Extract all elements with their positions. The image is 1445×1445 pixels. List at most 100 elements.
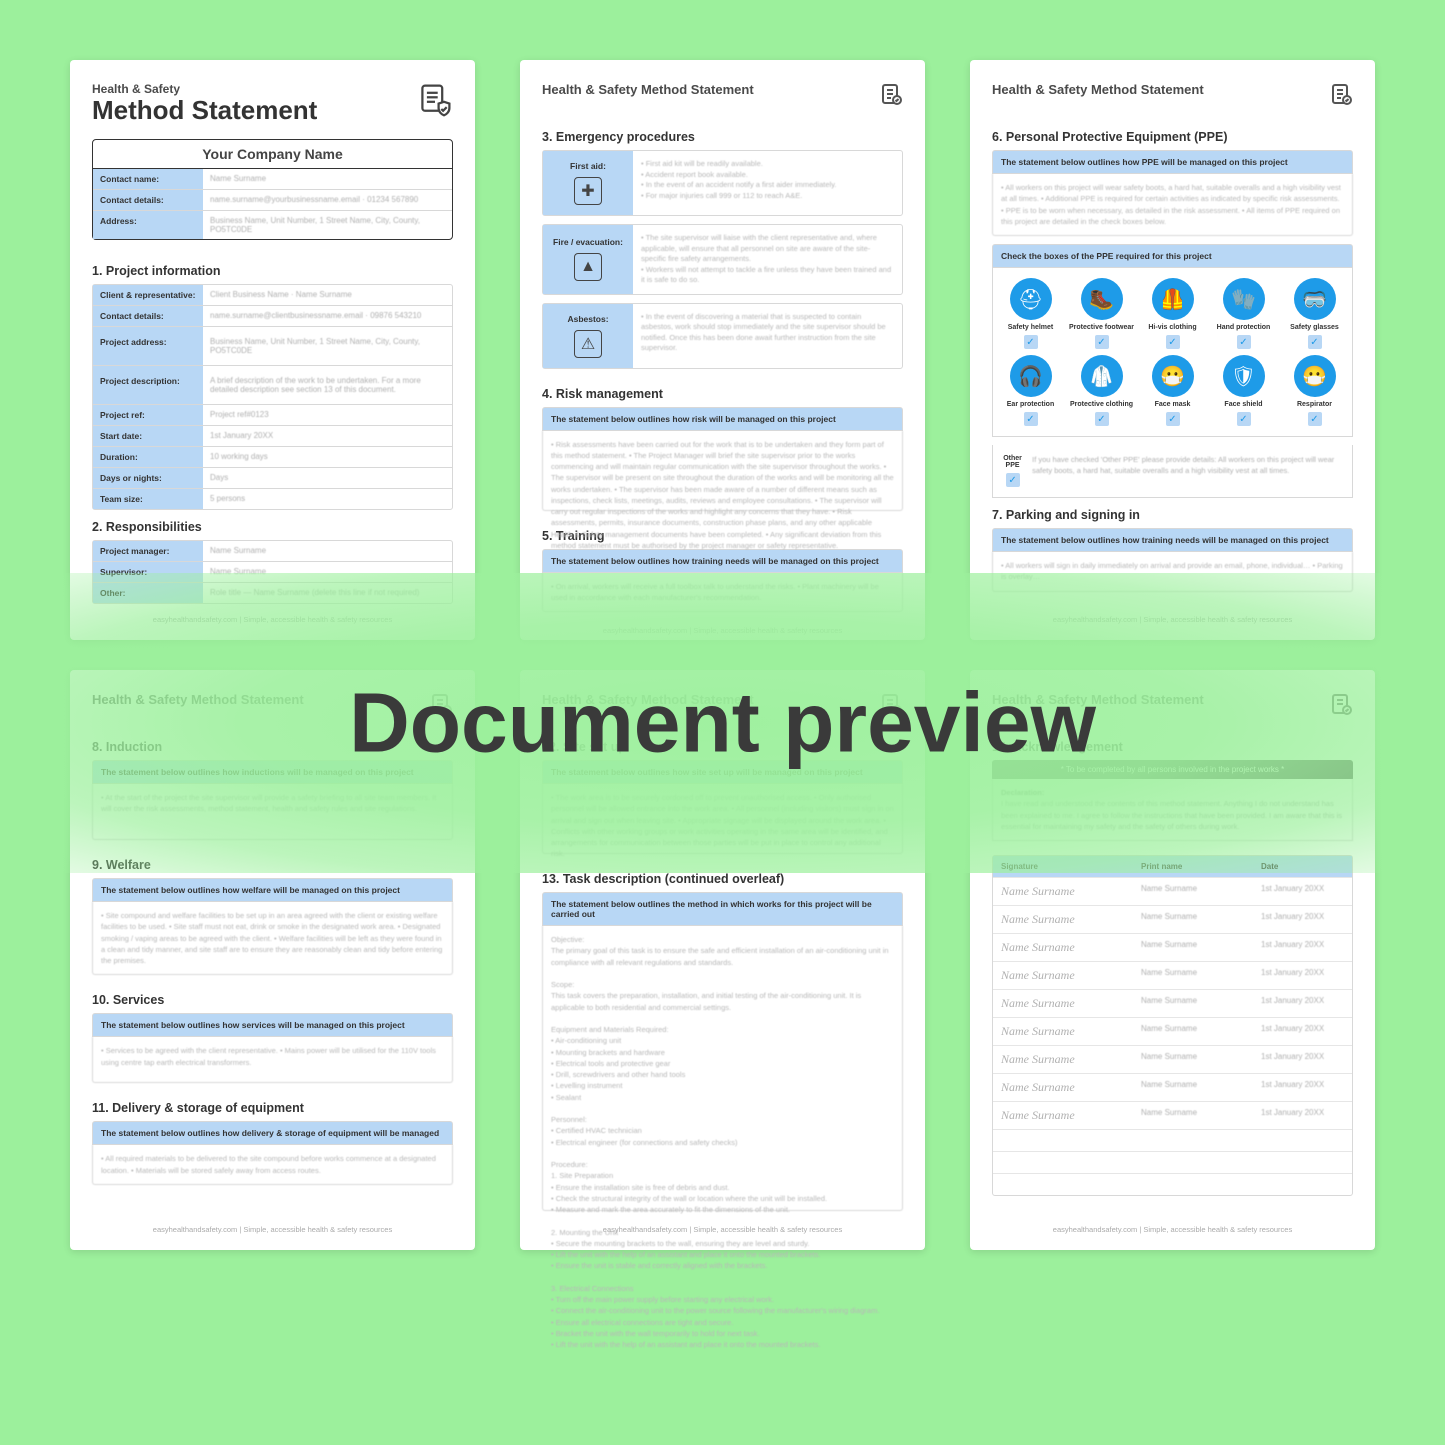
table-row: Supervisor: Name Surname (93, 561, 452, 582)
table-row (993, 1173, 1352, 1195)
ppe-checkbox[interactable]: ✓ (1237, 412, 1251, 426)
ppe-band-b: Check the boxes of the PPE required for … (992, 244, 1353, 268)
table-row: Name Surname Name Surname 1st January 20… (993, 989, 1352, 1017)
document-icon (879, 82, 903, 106)
table-row: Name Surname Name Surname 1st January 20… (993, 1101, 1352, 1129)
table-row: Days or nights: Days (93, 467, 452, 488)
emergency-icon: ✚ (574, 177, 602, 205)
risk-body: • Risk assessments have been carried out… (542, 431, 903, 511)
page-runner: Health & Safety Method Statement (542, 82, 754, 97)
page-1: Health & Safety Method Statement Your Co… (70, 60, 475, 640)
section-7-heading: 7. Parking and signing in (992, 508, 1353, 522)
signature-table: Signature Print name Date Name Surname N… (992, 855, 1353, 1196)
page-footer: easyhealthandsafety.com | Simple, access… (542, 620, 903, 635)
ppe-band-a: The statement below outlines how PPE wil… (992, 150, 1353, 174)
section-4-heading: 4. Risk management (542, 387, 903, 401)
project-info-table: Client & representative: Client Business… (92, 284, 453, 510)
ppe-icon: 🥾 (1081, 278, 1123, 320)
ppe-icon: 😷 (1294, 355, 1336, 397)
table-row: Name Surname Name Surname 1st January 20… (993, 1073, 1352, 1101)
table-row: Name Surname Name Surname 1st January 20… (993, 933, 1352, 961)
page-footer: easyhealthandsafety.com | Simple, access… (92, 609, 453, 624)
emergency-list: First aid: ✚ • First aid kit will be rea… (542, 150, 903, 377)
section-13-heading: 13. Task description (continued overleaf… (542, 872, 903, 886)
ppe-other-check[interactable]: ✓ (1006, 473, 1020, 487)
table-row: Duration: 10 working days (93, 446, 452, 467)
emergency-icon: ▲ (574, 253, 602, 281)
table-row: Project address: Business Name, Unit Num… (93, 326, 452, 365)
ppe-item: 🥼 Protective clothing ✓ (1068, 355, 1135, 426)
section-3-heading: 3. Emergency procedures (542, 130, 903, 144)
ppe-icon: 🥼 (1081, 355, 1123, 397)
ppe-item: 🦺 Hi-vis clothing ✓ (1139, 278, 1206, 349)
ppe-other-row: Other PPE ✓ If you have checked 'Other P… (992, 445, 1353, 498)
ppe-checkbox[interactable]: ✓ (1095, 412, 1109, 426)
section-6-heading: 6. Personal Protective Equipment (PPE) (992, 130, 1353, 144)
ppe-item: 🛡 Face shield ✓ (1210, 355, 1277, 426)
ppe-checkbox[interactable]: ✓ (1024, 335, 1038, 349)
section-11-heading: 11. Delivery & storage of equipment (92, 1101, 453, 1115)
table-row: Name Surname Name Surname 1st January 20… (993, 1045, 1352, 1073)
page-2: Health & Safety Method Statement 3. Emer… (520, 60, 925, 640)
ppe-checkbox[interactable]: ✓ (1095, 335, 1109, 349)
ppe-icon: 🛡 (1223, 355, 1265, 397)
table-row: Start date: 1st January 20XX (93, 425, 452, 446)
ppe-icon: 🦺 (1152, 278, 1194, 320)
page-footer: easyhealthandsafety.com | Simple, access… (92, 1219, 453, 1234)
ppe-item: 😷 Respirator ✓ (1281, 355, 1348, 426)
table-row: Name Surname Name Surname 1st January 20… (993, 1017, 1352, 1045)
section-10-heading: 10. Services (92, 993, 453, 1007)
table-row: Project manager: Name Surname (93, 541, 452, 561)
emergency-item: Fire / evacuation: ▲ • The site supervis… (542, 224, 903, 295)
table-row: Name Surname Name Surname 1st January 20… (993, 905, 1352, 933)
ppe-checkbox[interactable]: ✓ (1166, 335, 1180, 349)
company-box: Your Company Name Contact name: Name Sur… (92, 139, 453, 240)
ppe-checkbox[interactable]: ✓ (1237, 335, 1251, 349)
training-body: • On arrival, workers will receive a ful… (542, 573, 903, 613)
page-footer: easyhealthandsafety.com | Simple, access… (992, 1219, 1353, 1234)
ppe-body-a: • All workers on this project will wear … (992, 174, 1353, 236)
company-rows: Contact name: Name Surname Contact detai… (93, 169, 452, 239)
table-row: Address: Business Name, Unit Number, 1 S… (93, 210, 452, 239)
emergency-item: First aid: ✚ • First aid kit will be rea… (542, 150, 903, 216)
ppe-item: 🧤 Hand protection ✓ (1210, 278, 1277, 349)
table-row: Other: Role title — Name Surname (delete… (93, 582, 452, 603)
table-row: Team size: 5 persons (93, 488, 452, 509)
risk-band: The statement below outlines how risk wi… (542, 407, 903, 431)
parking-band: The statement below outlines how trainin… (992, 528, 1353, 552)
ppe-checkbox[interactable]: ✓ (1308, 412, 1322, 426)
section-1-heading: 1. Project information (92, 264, 453, 278)
ppe-checkbox[interactable]: ✓ (1308, 335, 1322, 349)
page-title: Method Statement (92, 96, 317, 125)
ppe-icon: ⛑ (1010, 278, 1052, 320)
table-row: Client & representative: Client Business… (93, 285, 452, 305)
ppe-item: 🎧 Ear protection ✓ (997, 355, 1064, 426)
page-row-1: Health & Safety Method Statement Your Co… (70, 60, 1375, 640)
declaration-body: Declaration: I have read and understood … (992, 779, 1353, 841)
parking-body: • All workers will sign in daily immedia… (992, 552, 1353, 592)
ppe-item: 🥾 Protective footwear ✓ (1068, 278, 1135, 349)
document-shield-icon (417, 82, 453, 118)
table-row: Name Surname Name Surname 1st January 20… (993, 961, 1352, 989)
ppe-checkbox[interactable]: ✓ (1024, 412, 1038, 426)
ppe-item: 😷 Face mask ✓ (1139, 355, 1206, 426)
emergency-icon: ⚠ (574, 330, 602, 358)
table-row: Contact details: name.surname@yourbusine… (93, 189, 452, 210)
ppe-item: 🥽 Safety glasses ✓ (1281, 278, 1348, 349)
page-pretitle: Health & Safety (92, 82, 317, 96)
ppe-item: ⛑ Safety helmet ✓ (997, 278, 1064, 349)
table-row: Contact name: Name Surname (93, 169, 452, 189)
section-2-heading: 2. Responsibilities (92, 520, 453, 534)
table-row (993, 1151, 1352, 1173)
page-footer: easyhealthandsafety.com | Simple, access… (992, 609, 1353, 624)
training-band: The statement below outlines how trainin… (542, 549, 903, 573)
responsibilities-table: Project manager: Name Surname Supervisor… (92, 540, 453, 604)
ppe-icon: 🥽 (1294, 278, 1336, 320)
ppe-other-text: If you have checked 'Other PPE' please p… (1032, 455, 1342, 476)
document-icon (1329, 82, 1353, 106)
page-runner: Health & Safety Method Statement (992, 82, 1204, 97)
ppe-icon: 😷 (1152, 355, 1194, 397)
table-row: Project description: A brief description… (93, 365, 452, 404)
ppe-checkbox[interactable]: ✓ (1166, 412, 1180, 426)
company-title: Your Company Name (93, 140, 452, 169)
